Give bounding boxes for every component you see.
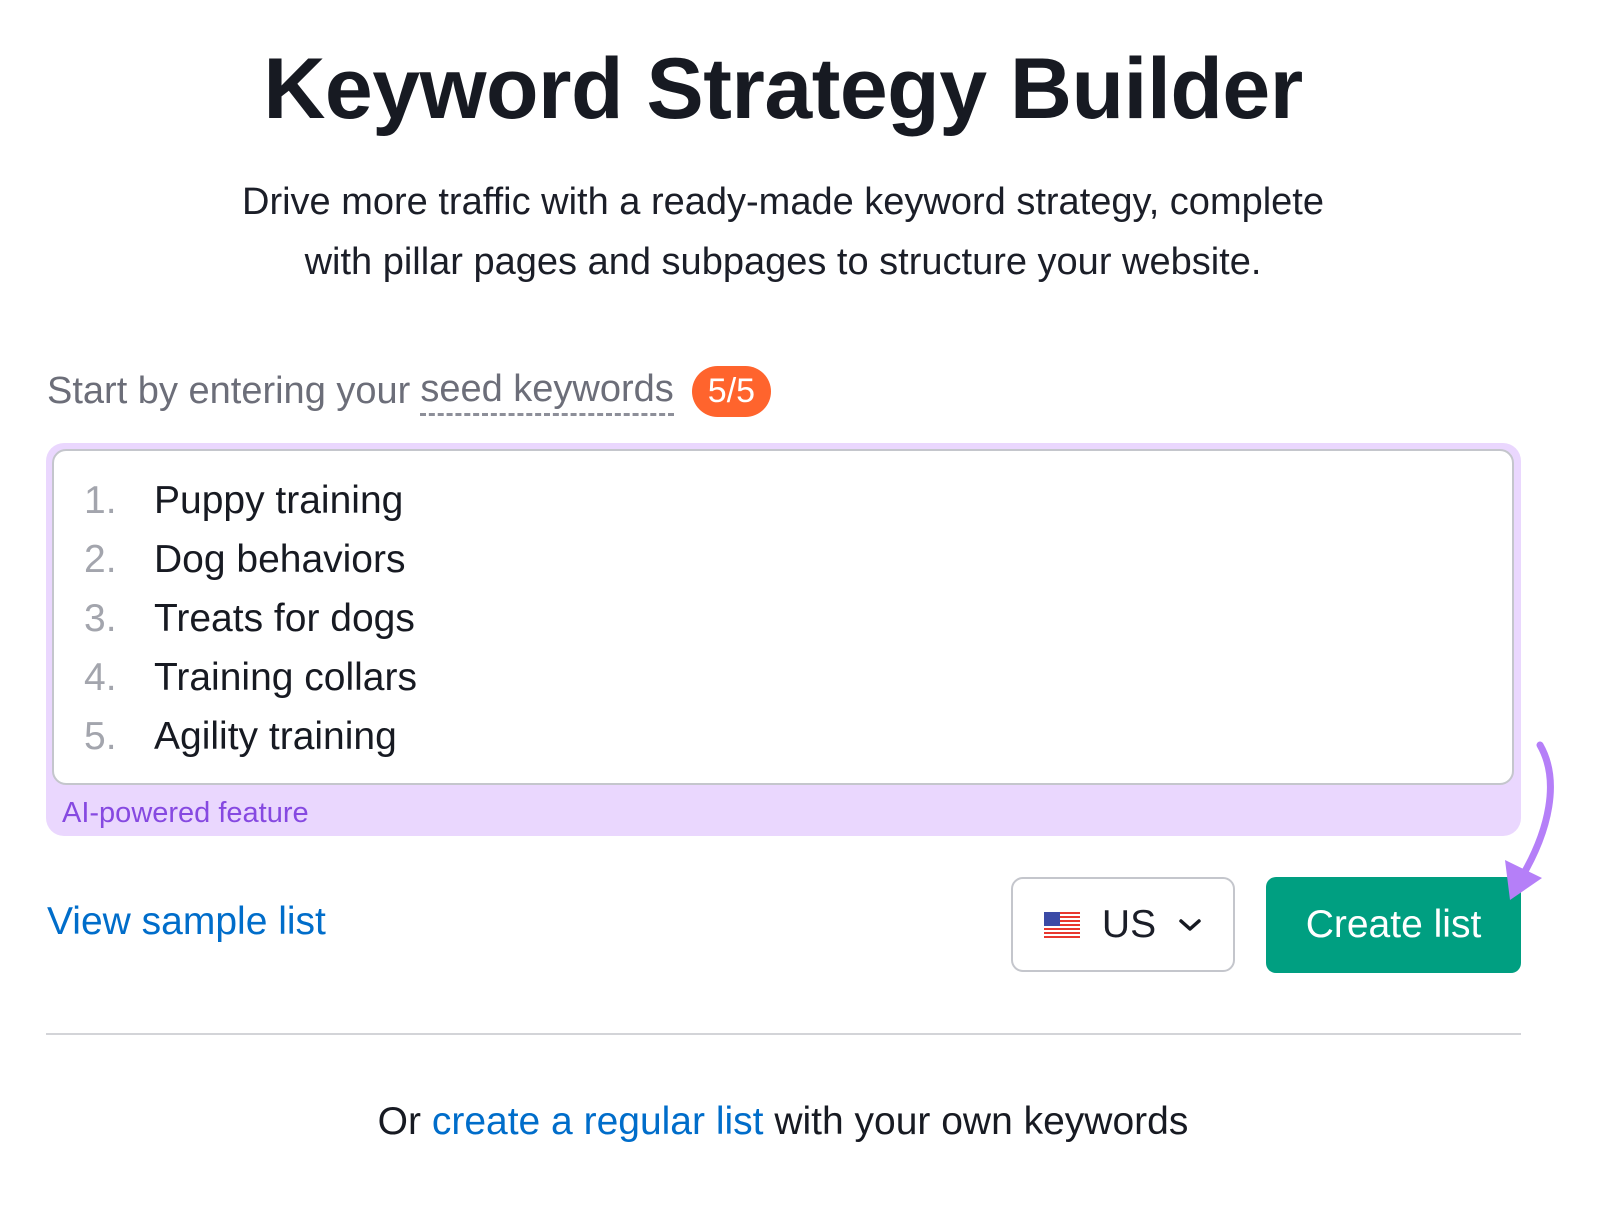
seed-keywords-prompt: Start by entering your seed keywords 5/5 [47, 366, 772, 417]
page-title: Keyword Strategy Builder [263, 41, 1303, 137]
annotation-arrow-icon [1505, 741, 1554, 900]
footer-suffix: with your own keywords [774, 1100, 1189, 1143]
footer-prefix: Or [377, 1100, 421, 1143]
keyword-line: 2. Dog behaviors [84, 538, 405, 582]
keyword-text: Treats for dogs [154, 597, 415, 640]
country-value: US [1101, 902, 1157, 946]
country-select[interactable]: US [1011, 877, 1235, 972]
footer-text: Or create a regular list with your own k… [0, 1100, 1566, 1144]
seed-keywords-tooltip-link[interactable]: seed keywords [420, 368, 674, 416]
chevron-down-icon [1179, 918, 1201, 931]
line-number: 3. [84, 597, 117, 640]
keyword-text: Dog behaviors [154, 538, 406, 581]
keyword-line: 5. Agility training [84, 715, 397, 759]
create-regular-list-link[interactable]: create a regular list [432, 1100, 764, 1143]
line-number: 5. [84, 715, 117, 758]
create-list-button[interactable]: Create list [1266, 877, 1521, 973]
prompt-text: Start by entering your [47, 370, 411, 412]
keyword-text: Puppy training [154, 479, 404, 522]
subtitle-line-2: with pillar pages and subpages to struct… [304, 241, 1262, 283]
us-flag-icon [1043, 911, 1080, 938]
keyword-line: 4. Training collars [84, 656, 417, 700]
page-subtitle: Drive more traffic with a ready-made key… [0, 172, 1566, 292]
keyword-text: Agility training [154, 715, 397, 758]
keyword-line: 3. Treats for dogs [84, 597, 415, 641]
line-number: 1. [84, 479, 117, 522]
view-sample-list-link[interactable]: View sample list [47, 900, 326, 944]
subtitle-line-1: Drive more traffic with a ready-made key… [242, 181, 1324, 223]
divider [46, 1033, 1521, 1035]
line-number: 2. [84, 538, 117, 581]
keyword-count-badge: 5/5 [691, 366, 772, 417]
keyword-text: Training collars [154, 656, 417, 699]
ai-powered-label: AI-powered feature [62, 797, 309, 829]
keyword-line: 1. Puppy training [84, 479, 403, 523]
seed-keywords-input[interactable]: 1. Puppy training 2. Dog behaviors 3. Treat… [52, 449, 1514, 785]
line-number: 4. [84, 656, 117, 699]
